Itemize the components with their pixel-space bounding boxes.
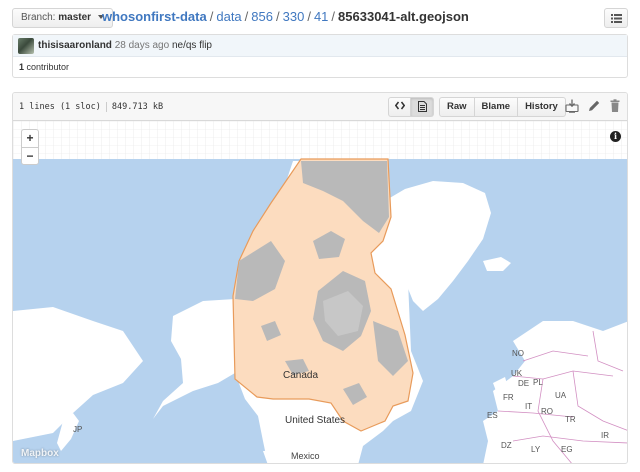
- branch-select-button[interactable]: Branch: master: [12, 8, 113, 28]
- breadcrumb-separator: /: [276, 9, 280, 24]
- file-list-button[interactable]: [604, 8, 628, 28]
- mapbox-logo[interactable]: Mapbox: [21, 448, 59, 459]
- trashcan-icon[interactable]: [608, 99, 622, 113]
- map-label-united-states: United States: [285, 415, 346, 426]
- breadcrumb-path-856[interactable]: 856: [251, 9, 273, 24]
- rendered-view-button[interactable]: [411, 97, 434, 117]
- desktop-download-icon[interactable]: [565, 99, 579, 113]
- map-label-pl: PL: [533, 378, 543, 387]
- file-actions: Raw Blame History: [439, 97, 566, 117]
- commit-time: 28 days ago: [114, 40, 170, 51]
- zoom-in-button[interactable]: +: [22, 130, 38, 147]
- map-label-ir: IR: [601, 431, 609, 440]
- map-label-ly: LY: [531, 445, 541, 454]
- map-label-no: NO: [512, 349, 524, 358]
- breadcrumb-separator: /: [244, 9, 249, 24]
- commit-author-link[interactable]: thisisaaronland: [38, 40, 112, 51]
- blame-button[interactable]: Blame: [474, 97, 519, 117]
- map-label-ua: UA: [555, 391, 567, 400]
- zoom-control: + −: [21, 129, 39, 165]
- avatar[interactable]: [18, 38, 34, 54]
- raw-button[interactable]: Raw: [439, 97, 475, 117]
- render-toggle: [388, 97, 434, 117]
- commit-tease: thisisaaronland 28 days ago ne/qs flip 1…: [12, 34, 628, 78]
- file-navigation: Branch: master whosonfirst-data / data/856…: [12, 8, 628, 28]
- latest-commit: thisisaaronland 28 days ago ne/qs flip: [13, 35, 627, 57]
- contributors-label: contributor: [26, 62, 70, 72]
- breadcrumb-separator: /: [307, 9, 311, 24]
- map-label-mexico: Mexico: [291, 451, 320, 461]
- file-lines: 1 lines (1 sloc): [19, 102, 101, 112]
- map-label-dz: DZ: [501, 441, 512, 450]
- file-size: 849.713 kB: [111, 102, 164, 112]
- file-info-divider: [105, 101, 107, 112]
- branch-name: master: [58, 12, 92, 23]
- map-label-jp: JP: [73, 425, 83, 434]
- breadcrumb-separator: /: [209, 9, 214, 24]
- zoom-out-button[interactable]: −: [22, 147, 38, 164]
- map-canvas: [13, 121, 627, 463]
- breadcrumb-separator: /: [331, 9, 336, 24]
- map-label-canada: Canada: [283, 370, 319, 381]
- file-viewer: 1 lines (1 sloc) 849.713 kB Raw Blame Hi…: [12, 92, 628, 464]
- file-header: 1 lines (1 sloc) 849.713 kB Raw Blame Hi…: [13, 93, 627, 121]
- code-icon: [394, 101, 405, 110]
- breadcrumb-filename: 85633041-alt.geojson: [338, 9, 469, 24]
- contributors-count: 1: [19, 62, 25, 72]
- map-label-tr: TR: [565, 415, 576, 424]
- breadcrumb-path-data[interactable]: data: [216, 9, 241, 24]
- map-label-ro: RO: [541, 407, 553, 416]
- list-icon: [611, 14, 622, 23]
- source-view-button[interactable]: [388, 97, 411, 117]
- commit-message-link[interactable]: ne/qs flip: [172, 40, 212, 51]
- breadcrumb-path-330[interactable]: 330: [283, 9, 305, 24]
- breadcrumb-repo-link[interactable]: whosonfirst-data: [102, 9, 207, 24]
- map-label-eg: EG: [561, 445, 573, 454]
- map-label-fr: FR: [503, 393, 514, 402]
- pencil-icon[interactable]: [587, 99, 601, 113]
- geojson-map[interactable]: + − i Canada United States Mexico JP NO …: [13, 121, 627, 463]
- breadcrumb-path-41[interactable]: 41: [314, 9, 328, 24]
- branch-label: Branch:: [21, 12, 56, 23]
- map-label-de: DE: [518, 379, 530, 388]
- breadcrumb: whosonfirst-data / data/856/330/41/8563304…: [102, 8, 469, 26]
- contributors-summary[interactable]: 1 contributor: [13, 57, 627, 77]
- info-icon[interactable]: i: [610, 131, 621, 142]
- map-label-es: ES: [487, 411, 498, 420]
- history-button[interactable]: History: [518, 97, 566, 117]
- file-info: 1 lines (1 sloc) 849.713 kB: [19, 93, 163, 121]
- map-label-uk: UK: [511, 369, 523, 378]
- file-icon: [417, 101, 427, 112]
- map-label-it: IT: [525, 402, 533, 411]
